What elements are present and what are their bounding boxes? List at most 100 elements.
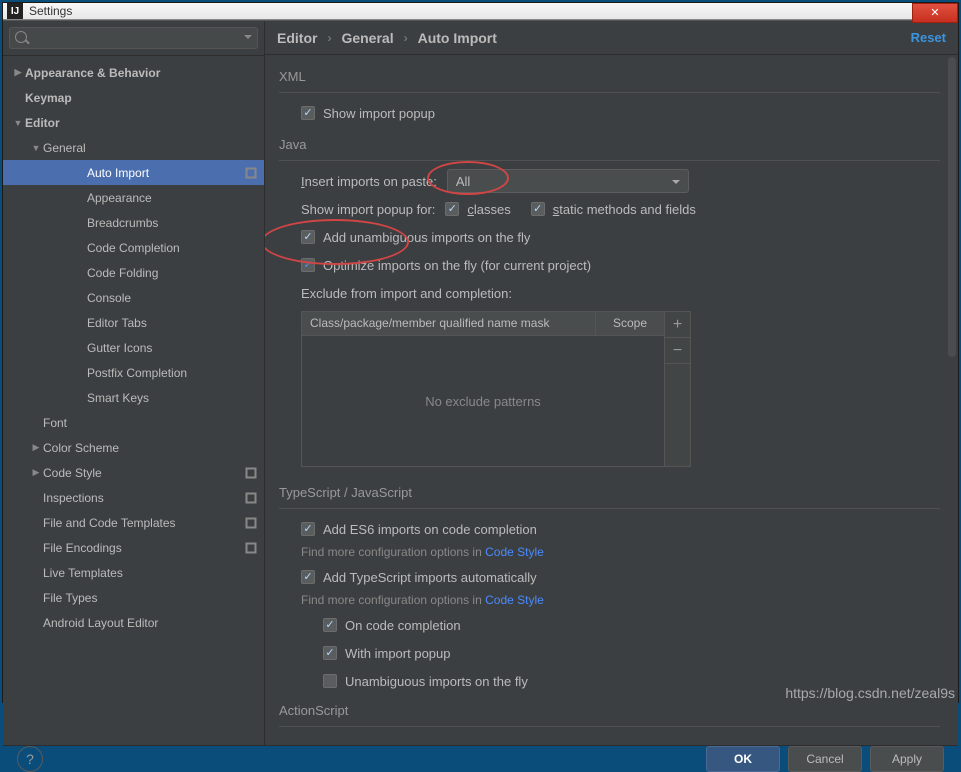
code-style-link[interactable]: Code Style	[485, 545, 544, 559]
insert-imports-dropdown[interactable]: All	[447, 169, 689, 193]
on-completion-checkbox[interactable]	[323, 618, 337, 632]
classes-checkbox[interactable]	[445, 202, 459, 216]
sidebar-item-gutter-icons[interactable]: Gutter Icons	[3, 335, 264, 360]
optimize-imports-label: Optimize imports on the fly (for current…	[323, 258, 591, 273]
show-popup-for-label: Show import popup for:	[301, 202, 435, 217]
window-title: Settings	[29, 4, 72, 18]
caret-down-icon: ▼	[11, 118, 25, 128]
ts-auto-label: Add TypeScript imports automatically	[323, 570, 537, 585]
project-badge-icon	[244, 491, 258, 505]
sidebar-item-code-completion[interactable]: Code Completion	[3, 235, 264, 260]
sidebar-item-label: Editor Tabs	[87, 316, 258, 330]
on-completion-label: On code completion	[345, 618, 461, 633]
sidebar-item-label: Appearance & Behavior	[25, 66, 258, 80]
insert-imports-value: All	[456, 174, 470, 189]
sidebar-item-label: Color Scheme	[43, 441, 258, 455]
sidebar-item-live-templates[interactable]: Live Templates	[3, 560, 264, 585]
titlebar: IJ Settings ✕	[3, 3, 958, 20]
cancel-button[interactable]: Cancel	[788, 746, 862, 772]
caret-right-icon: ▶	[29, 442, 43, 453]
sidebar-item-label: Breadcrumbs	[87, 216, 258, 230]
section-ts: TypeScript / JavaScript	[279, 485, 940, 500]
section-actionscript: ActionScript	[279, 703, 940, 718]
add-unambiguous-checkbox[interactable]	[301, 230, 315, 244]
sidebar-item-label: Editor	[25, 116, 258, 130]
sidebar-item-label: Smart Keys	[87, 391, 258, 405]
caret-right-icon: ▶	[29, 467, 43, 478]
sidebar-item-label: Font	[43, 416, 258, 430]
search-input[interactable]	[9, 27, 258, 49]
sidebar-item-label: Code Completion	[87, 241, 258, 255]
static-label: static methods and fields	[553, 202, 696, 217]
sidebar-item-label: File Types	[43, 591, 258, 605]
sidebar-item-label: Code Folding	[87, 266, 258, 280]
sidebar-item-editor[interactable]: ▼Editor	[3, 110, 264, 135]
breadcrumb: Editor › General › Auto Import	[277, 30, 911, 46]
sidebar-item-auto-import[interactable]: Auto Import	[3, 160, 264, 185]
ok-button[interactable]: OK	[706, 746, 780, 772]
caret-right-icon: ▶	[11, 67, 25, 78]
sidebar-item-code-style[interactable]: ▶Code Style	[3, 460, 264, 485]
section-xml: XML	[279, 69, 940, 84]
sidebar-item-breadcrumbs[interactable]: Breadcrumbs	[3, 210, 264, 235]
app-icon: IJ	[7, 3, 23, 19]
apply-button[interactable]: Apply	[870, 746, 944, 772]
reset-link[interactable]: Reset	[911, 30, 946, 45]
sidebar-item-label: General	[43, 141, 258, 155]
add-row-button[interactable]: +	[665, 312, 690, 338]
sidebar-item-editor-tabs[interactable]: Editor Tabs	[3, 310, 264, 335]
sidebar-item-label: Code Style	[43, 466, 244, 480]
sidebar-item-appearance[interactable]: Appearance	[3, 185, 264, 210]
sidebar-item-file-encodings[interactable]: File Encodings	[3, 535, 264, 560]
sidebar-item-font[interactable]: Font	[3, 410, 264, 435]
settings-tree[interactable]: ▶Appearance & BehaviorKeymap▼Editor▼Gene…	[3, 56, 264, 745]
sidebar-item-keymap[interactable]: Keymap	[3, 85, 264, 110]
breadcrumb-auto-import: Auto Import	[418, 30, 497, 46]
close-button[interactable]: ✕	[912, 3, 958, 23]
search-dropdown-icon[interactable]	[244, 35, 252, 39]
code-style-link-2[interactable]: Code Style	[485, 593, 544, 607]
sidebar-item-label: Postfix Completion	[87, 366, 258, 380]
breadcrumb-general[interactable]: General	[341, 30, 393, 46]
unambiguous-ts-checkbox[interactable]	[323, 674, 337, 688]
table-empty-text: No exclude patterns	[302, 336, 664, 466]
ts-auto-checkbox[interactable]	[301, 570, 315, 584]
xml-show-popup-label: Show import popup	[323, 106, 435, 121]
sidebar-item-file-types[interactable]: File Types	[3, 585, 264, 610]
remove-row-button[interactable]: −	[665, 338, 690, 364]
unambiguous-ts-label: Unambiguous imports on the fly	[345, 674, 528, 689]
scrollbar[interactable]	[948, 57, 956, 357]
project-badge-icon	[244, 466, 258, 480]
sidebar-item-label: Gutter Icons	[87, 341, 258, 355]
classes-label: classes	[467, 202, 510, 217]
sidebar-item-postfix-completion[interactable]: Postfix Completion	[3, 360, 264, 385]
sidebar-item-inspections[interactable]: Inspections	[3, 485, 264, 510]
table-header-scope[interactable]: Scope	[596, 312, 664, 335]
section-java: Java	[279, 137, 940, 152]
table-header-mask[interactable]: Class/package/member qualified name mask	[302, 312, 596, 335]
sidebar-item-label: Live Templates	[43, 566, 258, 580]
static-checkbox[interactable]	[531, 202, 545, 216]
sidebar-item-label: File and Code Templates	[43, 516, 244, 530]
search-icon	[15, 31, 27, 43]
breadcrumb-editor[interactable]: Editor	[277, 30, 317, 46]
sidebar-item-console[interactable]: Console	[3, 285, 264, 310]
exclude-label: Exclude from import and completion:	[301, 286, 512, 301]
es6-imports-label: Add ES6 imports on code completion	[323, 522, 537, 537]
sidebar-item-color-scheme[interactable]: ▶Color Scheme	[3, 435, 264, 460]
sidebar-item-android-layout-editor[interactable]: Android Layout Editor	[3, 610, 264, 635]
with-popup-checkbox[interactable]	[323, 646, 337, 660]
sidebar-item-label: Inspections	[43, 491, 244, 505]
es6-imports-checkbox[interactable]	[301, 522, 315, 536]
code-style-hint: Find more configuration options in	[301, 545, 485, 559]
sidebar-item-code-folding[interactable]: Code Folding	[3, 260, 264, 285]
add-unambiguous-label: Add unambiguous imports on the fly	[323, 230, 530, 245]
sidebar-item-file-and-code-templates[interactable]: File and Code Templates	[3, 510, 264, 535]
xml-show-popup-checkbox[interactable]	[301, 106, 315, 120]
sidebar-item-general[interactable]: ▼General	[3, 135, 264, 160]
sidebar-item-appearance-behavior[interactable]: ▶Appearance & Behavior	[3, 60, 264, 85]
optimize-imports-checkbox[interactable]	[301, 258, 315, 272]
help-button[interactable]: ?	[17, 746, 43, 772]
sidebar-item-smart-keys[interactable]: Smart Keys	[3, 385, 264, 410]
chevron-right-icon: ›	[404, 31, 408, 45]
